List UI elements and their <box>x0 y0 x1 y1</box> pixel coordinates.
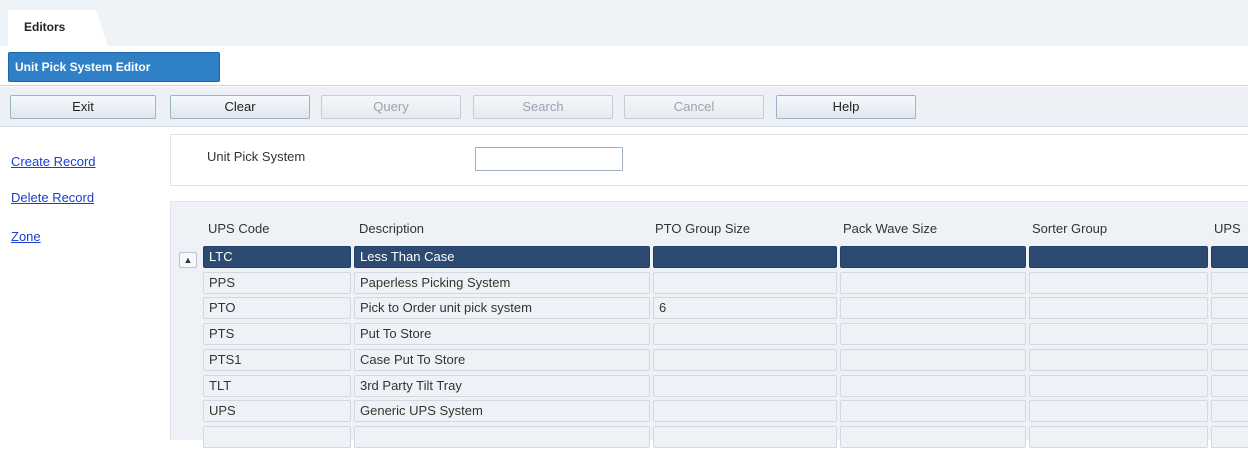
table-cell[interactable] <box>1211 425 1248 448</box>
table-row[interactable]: LTC Less Than Case <box>203 245 1248 269</box>
tab-editors[interactable]: Editors <box>8 10 108 46</box>
table-cell[interactable] <box>653 348 837 371</box>
table-cell[interactable]: TLT <box>203 374 351 397</box>
table-cell[interactable]: Pick to Order unit pick system <box>354 297 650 320</box>
table-cell[interactable] <box>1029 297 1208 320</box>
help-button[interactable]: Help <box>776 95 916 119</box>
column-header-pto-group-size[interactable]: PTO Group Size <box>655 221 750 236</box>
table-row[interactable]: PTS1 Case Put To Store <box>203 348 1248 372</box>
top-tab-strip: Editors <box>0 0 1248 46</box>
table-cell[interactable]: Paperless Picking System <box>354 271 650 294</box>
column-header-pack-wave-size[interactable]: Pack Wave Size <box>843 221 937 236</box>
table-cell[interactable] <box>1029 425 1208 448</box>
scroll-up-icon[interactable]: ▲ <box>179 252 197 268</box>
clear-button[interactable]: Clear <box>170 95 310 119</box>
table-cell[interactable] <box>840 323 1026 346</box>
table-cell[interactable] <box>653 374 837 397</box>
table-row[interactable]: PTO Pick to Order unit pick system 6 <box>203 296 1248 320</box>
table-cell[interactable] <box>840 246 1026 268</box>
table-cell[interactable] <box>1029 271 1208 294</box>
zone-link[interactable]: Zone <box>11 229 41 244</box>
table-cell[interactable] <box>840 271 1026 294</box>
table-row[interactable] <box>203 425 1248 449</box>
table-cell[interactable] <box>203 425 351 448</box>
table-cell[interactable]: Put To Store <box>354 323 650 346</box>
table-cell[interactable]: LTC <box>203 246 351 268</box>
table-cell[interactable] <box>1029 374 1208 397</box>
table-cell[interactable] <box>1029 348 1208 371</box>
table-cell[interactable]: PPS <box>203 271 351 294</box>
table-cell[interactable] <box>1211 297 1248 320</box>
tab-unit-pick-system-editor[interactable]: Unit Pick System Editor <box>8 52 220 82</box>
tab-editors-label: Editors <box>24 20 66 34</box>
table-cell[interactable] <box>653 323 837 346</box>
table-cell[interactable] <box>1029 323 1208 346</box>
search-button[interactable]: Search <box>473 95 613 119</box>
table-cell[interactable]: PTS <box>203 323 351 346</box>
table-cell[interactable] <box>1211 246 1248 268</box>
table-cell[interactable] <box>653 246 837 268</box>
unit-pick-system-input[interactable] <box>475 147 623 171</box>
table-cell[interactable] <box>840 374 1026 397</box>
table-cell[interactable]: UPS <box>203 400 351 423</box>
column-header-sorter-group[interactable]: Sorter Group <box>1032 221 1107 236</box>
table-cell[interactable] <box>653 271 837 294</box>
table-cell[interactable] <box>1211 348 1248 371</box>
table-cell[interactable]: 6 <box>653 297 837 320</box>
table-cell[interactable] <box>840 297 1026 320</box>
table-cell[interactable] <box>840 348 1026 371</box>
table-cell[interactable] <box>653 400 837 423</box>
toolbar: Exit Clear Query Search Cancel Help <box>0 87 1248 127</box>
exit-button[interactable]: Exit <box>10 95 156 119</box>
table-cell[interactable] <box>840 400 1026 423</box>
table-cell[interactable] <box>354 425 650 448</box>
table-cell[interactable] <box>1211 323 1248 346</box>
editor-tab-bar: Unit Pick System Editor <box>0 46 1248 86</box>
column-header-ups-code[interactable]: UPS Code <box>208 221 269 236</box>
cancel-button[interactable]: Cancel <box>624 95 764 119</box>
unit-pick-system-label: Unit Pick System <box>207 149 306 164</box>
table-row[interactable]: PPS Paperless Picking System <box>203 271 1248 295</box>
table-row[interactable]: PTS Put To Store <box>203 322 1248 346</box>
table-cell[interactable]: Generic UPS System <box>354 400 650 423</box>
search-panel: Unit Pick System <box>170 134 1248 186</box>
table-cell[interactable]: PTS1 <box>203 348 351 371</box>
delete-record-link[interactable]: Delete Record <box>11 190 94 205</box>
table-cell[interactable] <box>840 425 1026 448</box>
query-button[interactable]: Query <box>321 95 461 119</box>
table-cell[interactable]: 3rd Party Tilt Tray <box>354 374 650 397</box>
table-cell[interactable] <box>653 425 837 448</box>
table-cell[interactable]: Less Than Case <box>354 246 650 268</box>
table-cell[interactable]: Case Put To Store <box>354 348 650 371</box>
action-links-panel: Create Record Delete Record Zone <box>0 128 160 440</box>
column-header-ups[interactable]: UPS <box>1214 221 1241 236</box>
table-cell[interactable] <box>1029 400 1208 423</box>
table-cell[interactable] <box>1211 271 1248 294</box>
column-header-description[interactable]: Description <box>359 221 424 236</box>
table-cell[interactable] <box>1029 246 1208 268</box>
table-row[interactable]: UPS Generic UPS System <box>203 399 1248 423</box>
table-cell[interactable] <box>1211 374 1248 397</box>
table-row[interactable]: TLT 3rd Party Tilt Tray <box>203 374 1248 398</box>
create-record-link[interactable]: Create Record <box>11 154 96 169</box>
table-cell[interactable] <box>1211 400 1248 423</box>
results-grid: UPS Code Description PTO Group Size Pack… <box>170 201 1248 448</box>
table-cell[interactable]: PTO <box>203 297 351 320</box>
